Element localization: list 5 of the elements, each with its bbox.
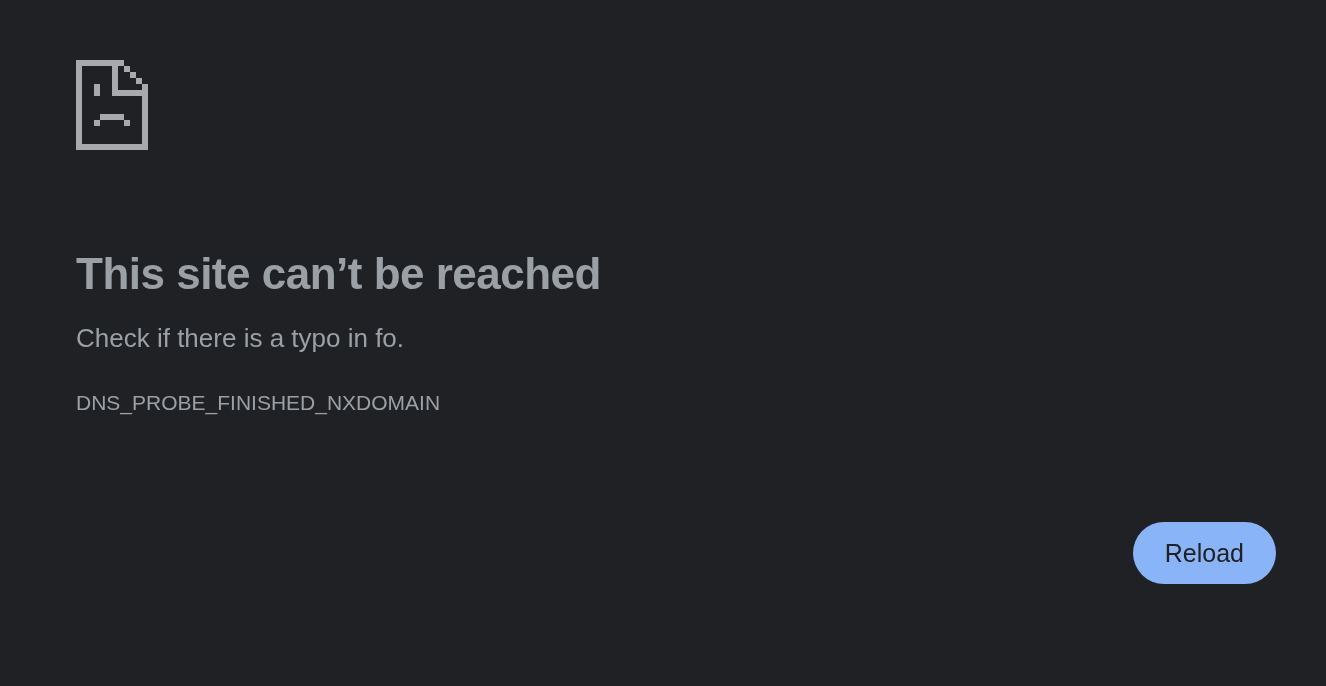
error-message: Check if there is a typo in fo. (76, 322, 405, 354)
reload-button[interactable]: Reload (1132, 522, 1276, 584)
error-code: DNS_PROBE_FINISHED_NXDOMAIN (76, 390, 441, 416)
sad-document-icon (76, 60, 148, 150)
error-title: This site can’t be reached (76, 248, 601, 300)
